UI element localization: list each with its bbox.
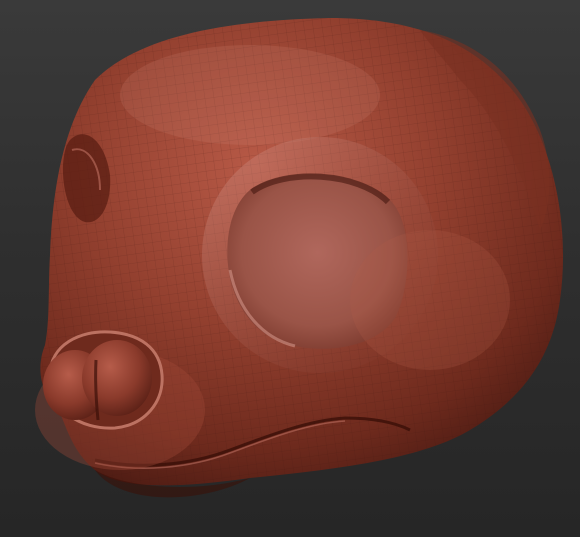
nose-right-lobe [82, 340, 152, 416]
sculpted-head-icon [35, 18, 564, 498]
viewport[interactable] [0, 0, 580, 537]
